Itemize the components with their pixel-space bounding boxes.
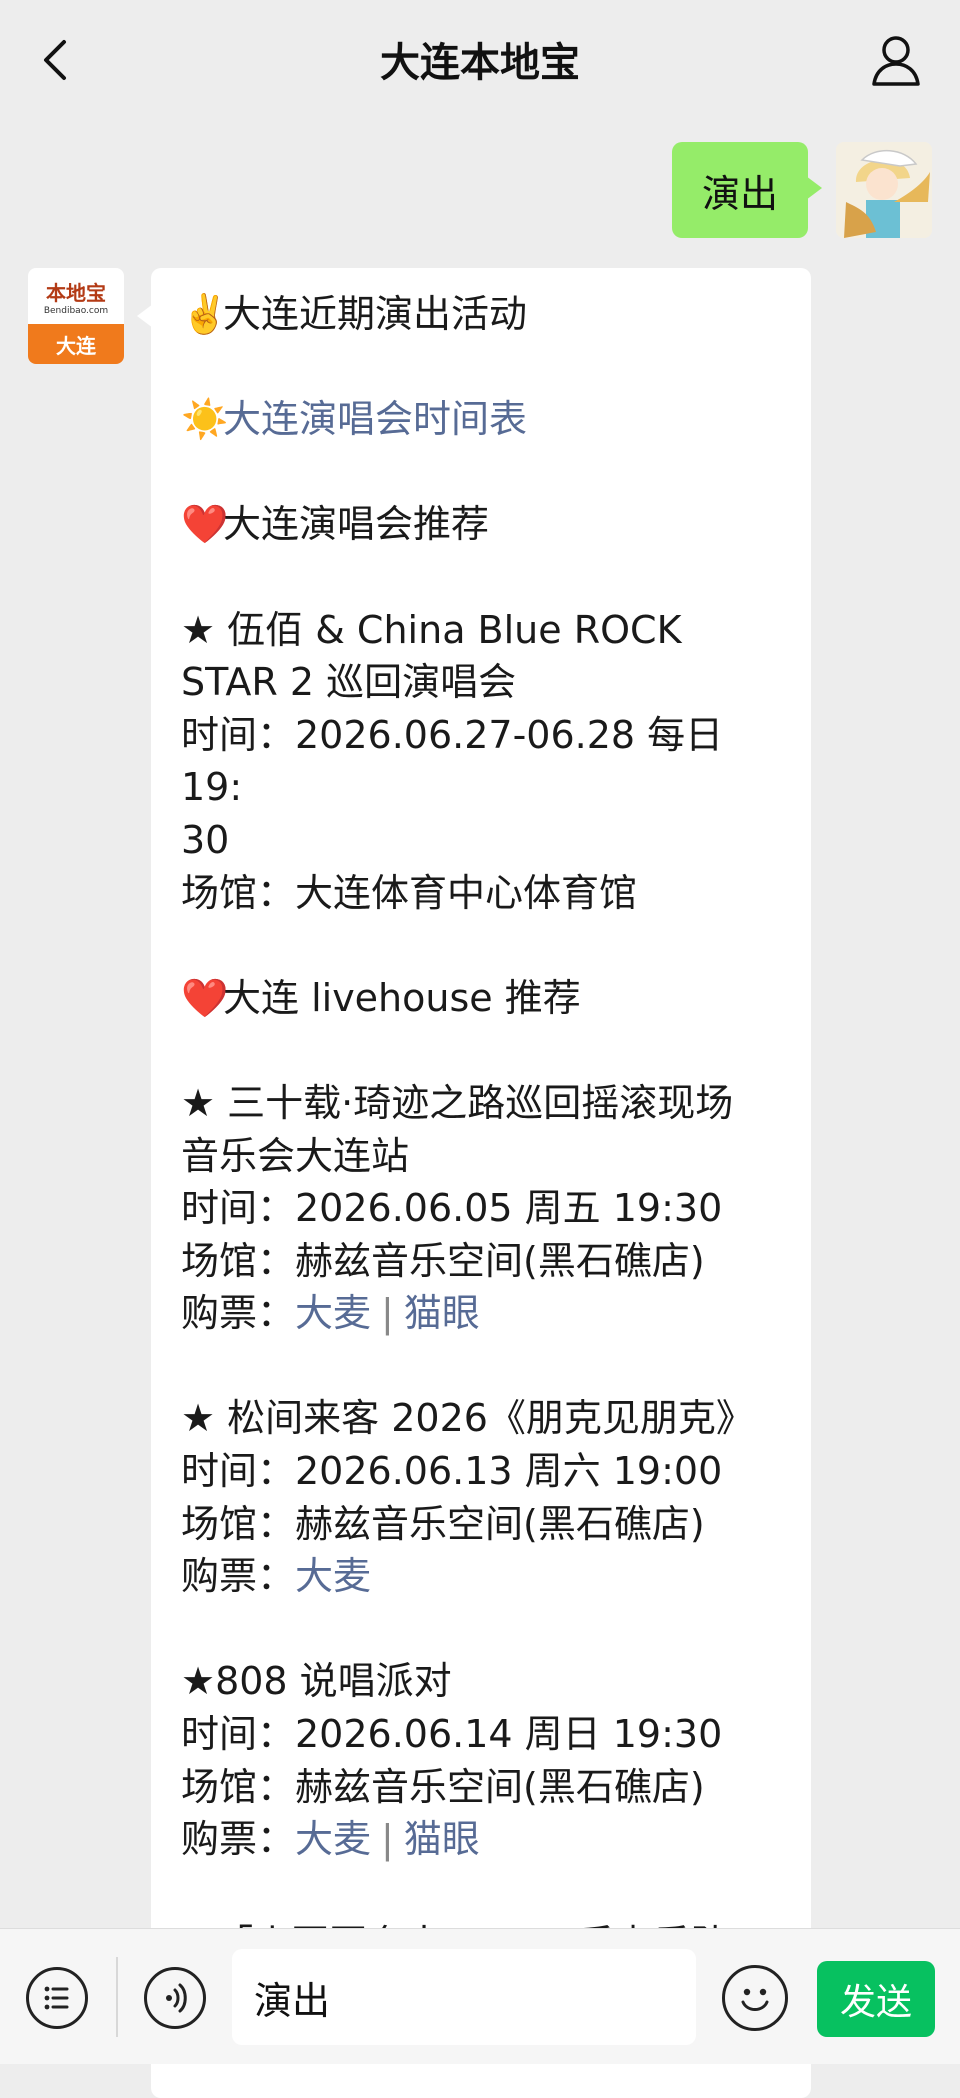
list-icon[interactable]	[26, 1967, 88, 2029]
line-text: 时间：2026.06.13 周六 19:00	[181, 1449, 723, 1494]
message-line: 音乐会大连站	[181, 1130, 781, 1183]
ticket-label: 购票：	[181, 1291, 296, 1336]
line-text: STAR 2 巡回演唱会	[181, 660, 517, 705]
message-line: ★ 松间来客 2026《朋克见朋克》	[181, 1392, 781, 1445]
user-message: 演出	[671, 142, 932, 238]
person-icon[interactable]	[866, 30, 926, 90]
message-line: ✌️大连近期演出活动	[181, 288, 781, 341]
bot-avatar-brand: 本地宝	[46, 280, 106, 305]
ticket-label: 购票：	[181, 1817, 296, 1862]
smiley-icon[interactable]	[722, 1965, 788, 2031]
message-line: ★808 说唱派对	[181, 1655, 781, 1708]
ticket-link[interactable]: 大麦	[295, 1817, 371, 1861]
divider	[116, 1957, 118, 2037]
ticket-link[interactable]: 大麦	[295, 1554, 371, 1598]
line-text: 30	[181, 817, 230, 862]
page-title: 大连本地宝	[380, 40, 580, 86]
message-line: 时间：2026.06.13 周六 19:00	[181, 1445, 781, 1498]
ticket-link[interactable]: 猫眼	[404, 1291, 480, 1335]
emoji-icon: ❤️	[181, 502, 229, 547]
emoji-icon: ❤️	[181, 975, 229, 1020]
message-line: 时间：2026.06.27-06.28 每日 19:	[181, 709, 781, 814]
bot-message-bubble: ✌️大连近期演出活动 ☀️大连演唱会时间表 ❤️大连演唱会推荐 ★ 伍佰 & Chin…	[137, 268, 811, 2098]
user-message-bubble: 演出	[671, 142, 823, 238]
ticket-line: 购票：大麦	[181, 1550, 781, 1603]
bot-avatar-domain: Bendibao.com	[43, 305, 109, 316]
bot-message-content: ✌️大连近期演出活动 ☀️大连演唱会时间表 ❤️大连演唱会推荐 ★ 伍佰 & Chin…	[181, 288, 781, 1971]
line-text: 时间：2026.06.27-06.28 每日 19:	[181, 712, 724, 810]
message-line: 时间：2026.06.05 周五 19:30	[181, 1182, 781, 1235]
message-line: ❤️大连演唱会推荐	[181, 498, 781, 551]
line-text: 音乐会大连站	[181, 1133, 410, 1178]
message-line: 场馆：赫兹音乐空间(黑石礁店)	[181, 1498, 781, 1551]
message-line: 场馆：赫兹音乐空间(黑石礁店)	[181, 1761, 781, 1814]
ticket-link[interactable]: 猫眼	[404, 1817, 480, 1861]
link-separator: |	[381, 1291, 394, 1336]
message-input[interactable]: 演出	[232, 1949, 696, 2045]
send-button[interactable]: 发送	[817, 1961, 935, 2037]
input-bar: 演出 发送	[0, 1928, 960, 2064]
line-text: 场馆：赫兹音乐空间(黑石礁店)	[181, 1501, 705, 1546]
ticket-line: 购票：大麦 | 猫眼	[181, 1287, 781, 1340]
bot-avatar[interactable]: 本地宝 Bendibao.com 大连	[28, 268, 124, 364]
link-separator: |	[381, 1817, 394, 1862]
line-text: 大连近期演出活动	[223, 292, 528, 336]
line-text: 大连演唱会推荐	[223, 502, 490, 547]
line-text: 大连 livehouse 推荐	[223, 975, 581, 1020]
bot-avatar-logo: 本地宝 Bendibao.com	[28, 268, 124, 324]
voice-icon[interactable]	[144, 1967, 206, 2029]
message-line: ★ 三十载·琦迹之路巡回摇滚现场	[181, 1077, 781, 1130]
message-line: ★ 伍佰 & China Blue ROCK	[181, 604, 781, 657]
message-line: 场馆：赫兹音乐空间(黑石礁店)	[181, 1235, 781, 1288]
top-bar: 大连本地宝	[0, 0, 960, 118]
schedule-link[interactable]: 大连演唱会时间表	[223, 397, 527, 441]
line-text: ★ 伍佰 & China Blue ROCK	[181, 607, 682, 652]
chevron-left-icon[interactable]	[34, 30, 84, 90]
line-text: ★808 说唱派对	[181, 1659, 452, 1704]
message-line: 30	[181, 814, 781, 867]
line-text: 时间：2026.06.05 周五 19:30	[181, 1186, 723, 1231]
bot-avatar-city: 大连	[28, 324, 124, 364]
ticket-label: 购票：	[181, 1554, 296, 1599]
message-line: 场馆：大连体育中心体育馆	[181, 867, 781, 920]
message-line: 时间：2026.06.14 周日 19:30	[181, 1708, 781, 1761]
message-line: STAR 2 巡回演唱会	[181, 656, 781, 709]
line-text: 场馆：赫兹音乐空间(黑石礁店)	[181, 1238, 705, 1283]
emoji-icon: ✌️	[181, 292, 229, 336]
line-text: 场馆：大连体育中心体育馆	[181, 870, 638, 915]
line-text: ★ 松间来客 2026《朋克见朋克》	[181, 1396, 754, 1441]
cartoon-avatar-icon	[836, 142, 932, 238]
user-avatar[interactable]	[836, 142, 932, 238]
line-text: 场馆：赫兹音乐空间(黑石礁店)	[181, 1764, 705, 1809]
emoji-icon: ☀️	[181, 397, 229, 442]
schedule-link-line[interactable]: ☀️大连演唱会时间表	[181, 393, 781, 446]
ticket-link[interactable]: 大麦	[295, 1291, 371, 1335]
ticket-line: 购票：大麦 | 猫眼	[181, 1813, 781, 1866]
line-text: 时间：2026.06.14 周日 19:30	[181, 1712, 723, 1757]
message-line: ❤️大连 livehouse 推荐	[181, 972, 781, 1025]
line-text: ★ 三十载·琦迹之路巡回摇滚现场	[181, 1080, 734, 1125]
